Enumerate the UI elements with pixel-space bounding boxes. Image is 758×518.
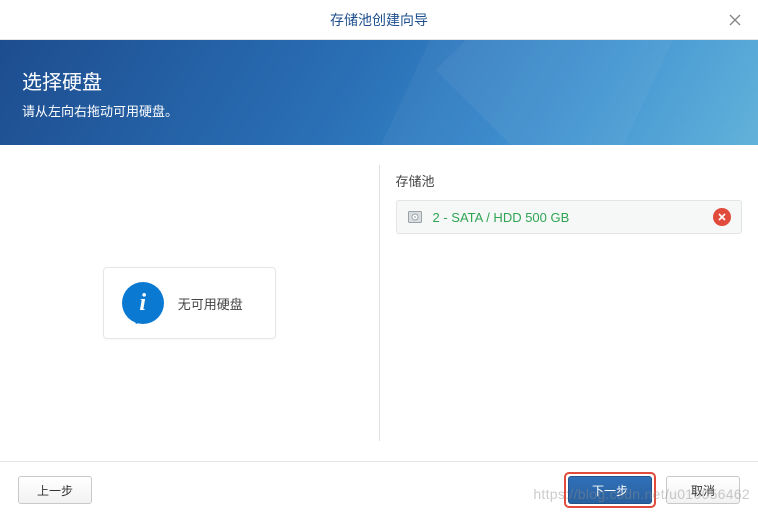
- next-button[interactable]: 下一步: [568, 476, 652, 504]
- hdd-icon: [407, 209, 423, 225]
- storage-pool-panel: 存储池 2 - SATA / HDD 500 GB: [380, 145, 758, 461]
- close-button[interactable]: [726, 11, 744, 29]
- remove-icon: [718, 213, 726, 221]
- remove-drive-button[interactable]: [713, 208, 731, 226]
- next-button-highlight: 下一步: [564, 472, 656, 508]
- window-title: 存储池创建向导: [330, 10, 428, 30]
- no-drive-text: 无可用硬盘: [178, 294, 243, 313]
- info-icon: i: [122, 282, 164, 324]
- storage-pool-title: 存储池: [396, 171, 743, 190]
- drive-row[interactable]: 2 - SATA / HDD 500 GB: [396, 200, 743, 234]
- titlebar: 存储池创建向导: [0, 0, 758, 40]
- cancel-button[interactable]: 取消: [666, 476, 740, 504]
- available-drives-panel: i 无可用硬盘: [0, 145, 379, 461]
- content-area: i 无可用硬盘 存储池 2 - SATA / HDD 500 GB: [0, 145, 758, 461]
- banner: 选择硬盘 请从左向右拖动可用硬盘。: [0, 40, 758, 145]
- drive-label: 2 - SATA / HDD 500 GB: [433, 210, 714, 225]
- prev-button[interactable]: 上一步: [18, 476, 92, 504]
- banner-subtitle: 请从左向右拖动可用硬盘。: [22, 101, 758, 120]
- no-drive-card: i 无可用硬盘: [103, 267, 276, 339]
- banner-title: 选择硬盘: [22, 66, 758, 95]
- footer: 上一步 下一步 取消: [0, 461, 758, 518]
- close-icon: [729, 14, 741, 26]
